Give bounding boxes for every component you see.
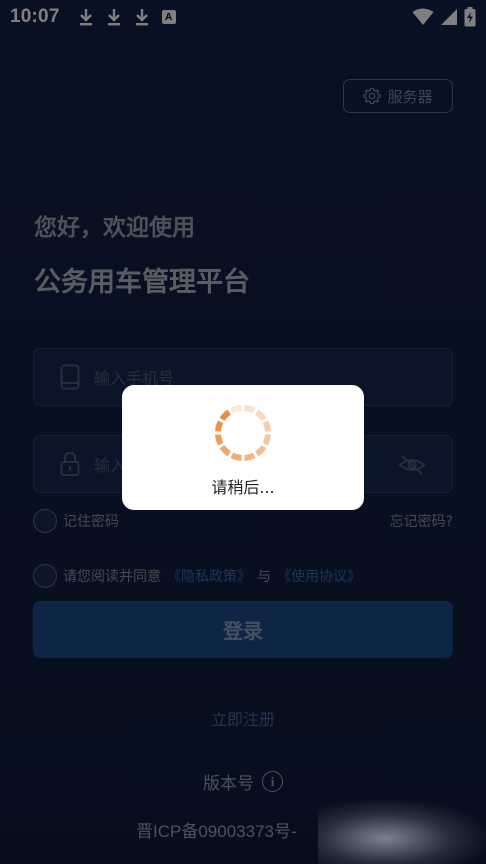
spinner-segment	[244, 452, 256, 461]
spinner-segment	[255, 445, 267, 457]
spinner-segment	[230, 405, 242, 414]
spinner-segment	[262, 420, 271, 432]
loading-dialog: 请稍后...	[122, 385, 364, 510]
spinner-segment	[215, 420, 224, 432]
spinner-segment	[255, 409, 267, 421]
spinner-segment	[262, 434, 271, 446]
spinner-segment	[219, 445, 231, 457]
spinner-segment	[244, 405, 256, 414]
spinner-segment	[230, 452, 242, 461]
spinner-segment	[215, 434, 224, 446]
watermark-glow	[318, 800, 486, 864]
spinner-segment	[219, 409, 231, 421]
loading-spinner-icon	[215, 405, 271, 461]
loading-message: 请稍后...	[211, 478, 275, 497]
